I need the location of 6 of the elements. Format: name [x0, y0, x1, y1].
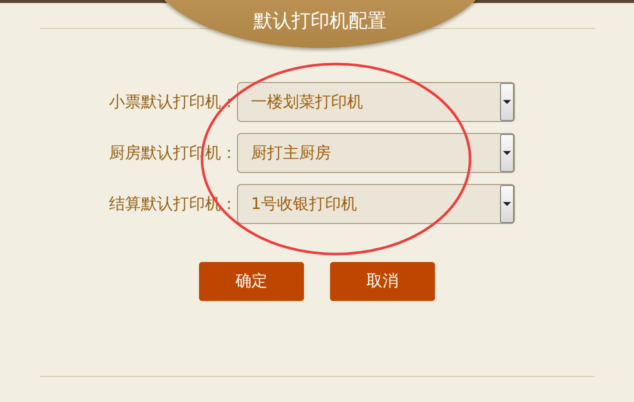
printer-dropdown[interactable]: 1号收银打印机 [237, 184, 515, 224]
printer-dropdown[interactable]: 厨打主厨房 [237, 133, 515, 173]
dialog-button[interactable]: 确定 [199, 262, 304, 301]
printer-dropdown[interactable]: 一楼划菜打印机 [237, 82, 515, 122]
dialog-title: 默认打印机配置 [254, 9, 386, 34]
dialog-button[interactable]: 取消 [330, 262, 435, 301]
